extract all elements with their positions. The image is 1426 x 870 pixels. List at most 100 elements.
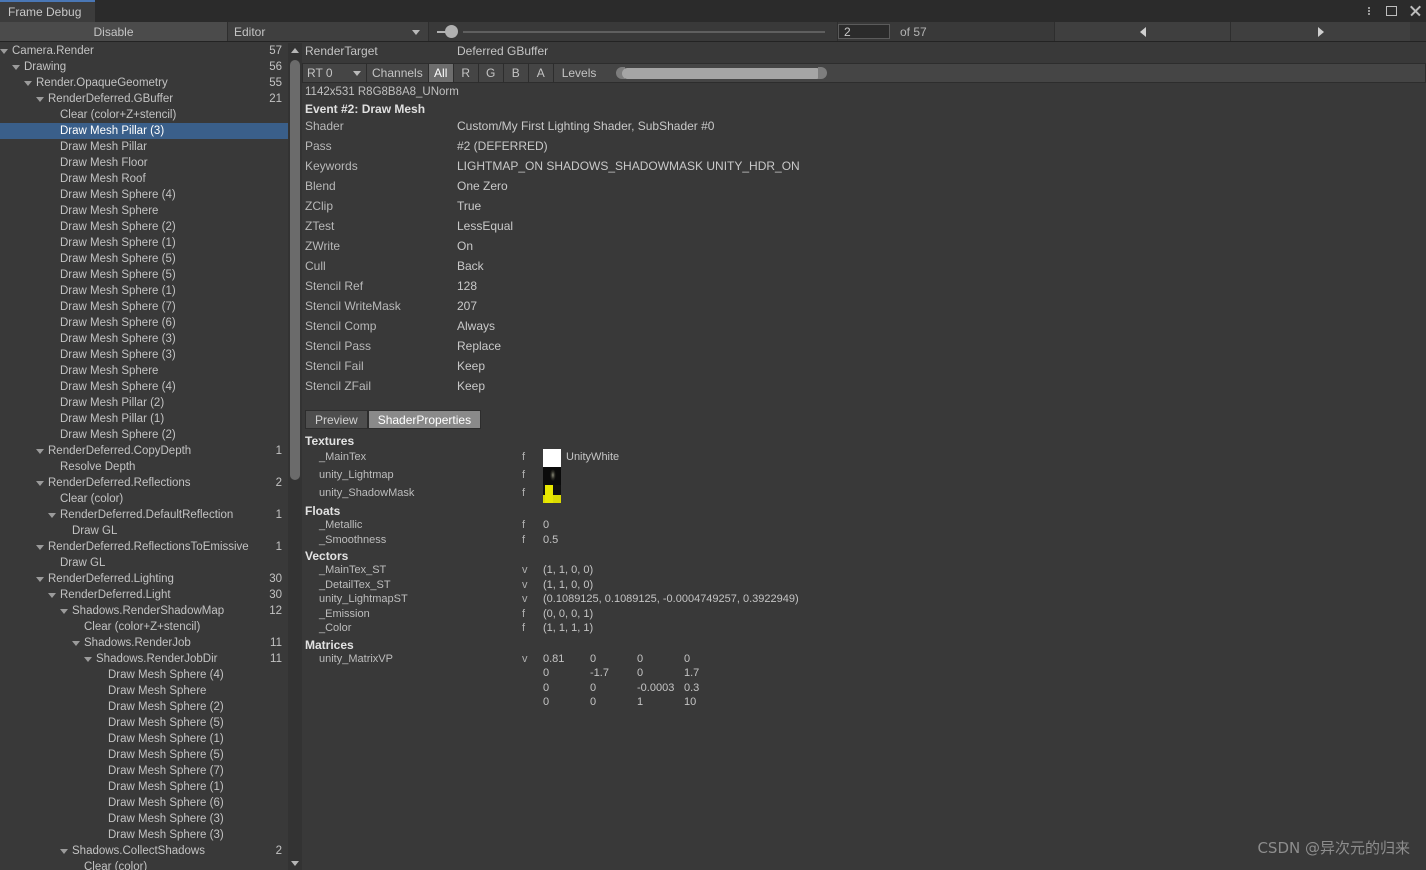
levels-handle-max[interactable] bbox=[817, 67, 827, 79]
channel-button-a[interactable]: A bbox=[528, 63, 554, 83]
tree-row[interactable]: Draw Mesh Sphere (4) bbox=[0, 187, 288, 203]
tree-row[interactable]: Draw Mesh Pillar (2) bbox=[0, 395, 288, 411]
tree-row[interactable]: Draw Mesh Sphere (7) bbox=[0, 763, 288, 779]
tree-row[interactable]: Shadows.RenderShadowMap 12 bbox=[0, 603, 288, 619]
next-event-button[interactable] bbox=[1231, 22, 1410, 41]
tree-row[interactable]: Clear (color+Z+stencil) bbox=[0, 107, 288, 123]
expand-triangle-icon[interactable] bbox=[36, 481, 44, 486]
tree-row[interactable]: Draw Mesh Sphere (1) bbox=[0, 779, 288, 795]
tree-row[interactable]: Draw GL bbox=[0, 523, 288, 539]
tree-row-label: Draw Mesh Sphere bbox=[60, 365, 159, 377]
expand-triangle-icon[interactable] bbox=[72, 641, 80, 646]
close-icon[interactable] bbox=[1408, 4, 1422, 18]
slider-track[interactable] bbox=[463, 30, 825, 33]
tree-row[interactable]: RenderDeferred.DefaultReflection 1 bbox=[0, 507, 288, 523]
tree-row[interactable]: Draw Mesh Sphere (4) bbox=[0, 667, 288, 683]
expand-triangle-icon[interactable] bbox=[0, 49, 8, 54]
tree-row[interactable]: Draw Mesh Sphere (2) bbox=[0, 427, 288, 443]
tree-row[interactable]: RenderDeferred.Lighting 30 bbox=[0, 571, 288, 587]
expand-triangle-icon[interactable] bbox=[84, 657, 92, 662]
tree-row[interactable]: Draw Mesh Sphere (3) bbox=[0, 331, 288, 347]
tree-row[interactable]: Shadows.RenderJob 11 bbox=[0, 635, 288, 651]
tree-row[interactable]: Draw Mesh Sphere (5) bbox=[0, 251, 288, 267]
window-controls bbox=[1362, 0, 1422, 22]
channel-button-r[interactable]: R bbox=[453, 63, 479, 83]
tree-row[interactable]: Render.OpaqueGeometry 55 bbox=[0, 75, 288, 91]
scrollbar-thumb[interactable] bbox=[290, 60, 300, 480]
tree-row[interactable]: Draw Mesh Sphere (2) bbox=[0, 219, 288, 235]
scroll-up-button[interactable] bbox=[288, 43, 302, 57]
levels-range-bar[interactable] bbox=[621, 67, 822, 79]
property-value: 0.5 bbox=[543, 533, 559, 546]
expand-triangle-icon[interactable] bbox=[36, 545, 44, 550]
tree-row[interactable]: Draw Mesh Sphere (4) bbox=[0, 379, 288, 395]
tree-row[interactable]: Draw Mesh Pillar (1) bbox=[0, 411, 288, 427]
scroll-down-button[interactable] bbox=[288, 856, 302, 870]
expand-triangle-icon[interactable] bbox=[24, 81, 32, 86]
event-tree[interactable]: Camera.Render 57 Drawing 56 Render.OpaqueGeo… bbox=[0, 43, 288, 870]
expand-triangle-icon[interactable] bbox=[36, 97, 44, 102]
tree-row[interactable]: Draw Mesh Sphere (3) bbox=[0, 827, 288, 843]
tree-row[interactable]: Draw Mesh Sphere (6) bbox=[0, 315, 288, 331]
tree-row[interactable]: Clear (color+Z+stencil) bbox=[0, 619, 288, 635]
tree-row[interactable]: Drawing 56 bbox=[0, 59, 288, 75]
tree-row[interactable]: Draw Mesh Sphere (5) bbox=[0, 747, 288, 763]
tree-row[interactable]: Resolve Depth bbox=[0, 459, 288, 475]
tree-row[interactable]: Draw Mesh Sphere (1) bbox=[0, 731, 288, 747]
rt-select[interactable]: RT 0 bbox=[302, 63, 367, 83]
tree-row[interactable]: RenderDeferred.ReflectionsToEmissive 1 bbox=[0, 539, 288, 555]
tree-row[interactable]: Draw Mesh Sphere bbox=[0, 683, 288, 699]
expand-triangle-icon[interactable] bbox=[48, 593, 56, 598]
tree-row[interactable]: Draw GL bbox=[0, 555, 288, 571]
tree-row[interactable]: Shadows.CollectShadows 2 bbox=[0, 843, 288, 859]
channel-button-g[interactable]: G bbox=[478, 63, 504, 83]
tree-row[interactable]: Draw Mesh Sphere (3) bbox=[0, 347, 288, 363]
maximize-icon[interactable] bbox=[1385, 4, 1399, 18]
channel-button-b[interactable]: B bbox=[503, 63, 529, 83]
tree-row[interactable]: Draw Mesh Sphere (3) bbox=[0, 811, 288, 827]
tree-row[interactable]: Draw Mesh Floor bbox=[0, 155, 288, 171]
expand-triangle-icon[interactable] bbox=[60, 849, 68, 854]
texture-thumbnail[interactable] bbox=[543, 467, 561, 485]
expand-triangle-icon[interactable] bbox=[12, 65, 20, 70]
event-slider[interactable] bbox=[429, 22, 838, 41]
tree-row[interactable]: Draw Mesh Sphere bbox=[0, 203, 288, 219]
expand-triangle-icon[interactable] bbox=[60, 609, 68, 614]
expand-triangle-icon[interactable] bbox=[36, 449, 44, 454]
tree-row[interactable]: Draw Mesh Sphere bbox=[0, 363, 288, 379]
levels-control[interactable]: Levels bbox=[553, 63, 1426, 83]
tree-row[interactable]: Draw Mesh Sphere (1) bbox=[0, 283, 288, 299]
tree-row[interactable]: Draw Mesh Pillar (3) bbox=[0, 123, 288, 139]
tree-row[interactable]: Draw Mesh Roof bbox=[0, 171, 288, 187]
kebab-menu-icon[interactable] bbox=[1362, 4, 1376, 18]
tree-row[interactable]: Draw Mesh Pillar bbox=[0, 139, 288, 155]
tree-row[interactable]: Draw Mesh Sphere (2) bbox=[0, 699, 288, 715]
tree-row[interactable]: Draw Mesh Sphere (5) bbox=[0, 715, 288, 731]
texture-thumbnail[interactable] bbox=[543, 485, 561, 503]
tree-row[interactable]: RenderDeferred.Light 30 bbox=[0, 587, 288, 603]
tree-scrollbar[interactable] bbox=[288, 43, 302, 870]
target-dropdown[interactable]: Editor bbox=[228, 22, 429, 41]
tree-row[interactable]: Draw Mesh Sphere (7) bbox=[0, 299, 288, 315]
tree-row[interactable]: Draw Mesh Sphere (1) bbox=[0, 235, 288, 251]
expand-triangle-icon[interactable] bbox=[36, 577, 44, 582]
tree-row[interactable]: Clear (color) bbox=[0, 859, 288, 870]
tab-preview[interactable]: Preview bbox=[305, 410, 368, 429]
event-index-input[interactable]: 2 bbox=[838, 24, 890, 39]
tree-row[interactable]: RenderDeferred.CopyDepth 1 bbox=[0, 443, 288, 459]
tree-row[interactable]: Draw Mesh Sphere (6) bbox=[0, 795, 288, 811]
expand-triangle-icon[interactable] bbox=[48, 513, 56, 518]
tree-row[interactable]: Shadows.RenderJobDir 11 bbox=[0, 651, 288, 667]
tree-row[interactable]: RenderDeferred.GBuffer 21 bbox=[0, 91, 288, 107]
slider-knob[interactable] bbox=[445, 25, 458, 38]
tree-row[interactable]: Clear (color) bbox=[0, 491, 288, 507]
channel-button-all[interactable]: All bbox=[428, 63, 454, 83]
tab-shader-properties[interactable]: ShaderProperties bbox=[367, 410, 482, 429]
tab-frame-debug[interactable]: Frame Debug bbox=[0, 0, 95, 22]
prev-event-button[interactable] bbox=[1055, 22, 1231, 41]
tree-row[interactable]: Camera.Render 57 bbox=[0, 43, 288, 59]
disable-button[interactable]: Disable bbox=[0, 22, 228, 41]
tree-row[interactable]: Draw Mesh Sphere (5) bbox=[0, 267, 288, 283]
tree-row[interactable]: RenderDeferred.Reflections 2 bbox=[0, 475, 288, 491]
texture-thumbnail[interactable] bbox=[543, 449, 561, 467]
